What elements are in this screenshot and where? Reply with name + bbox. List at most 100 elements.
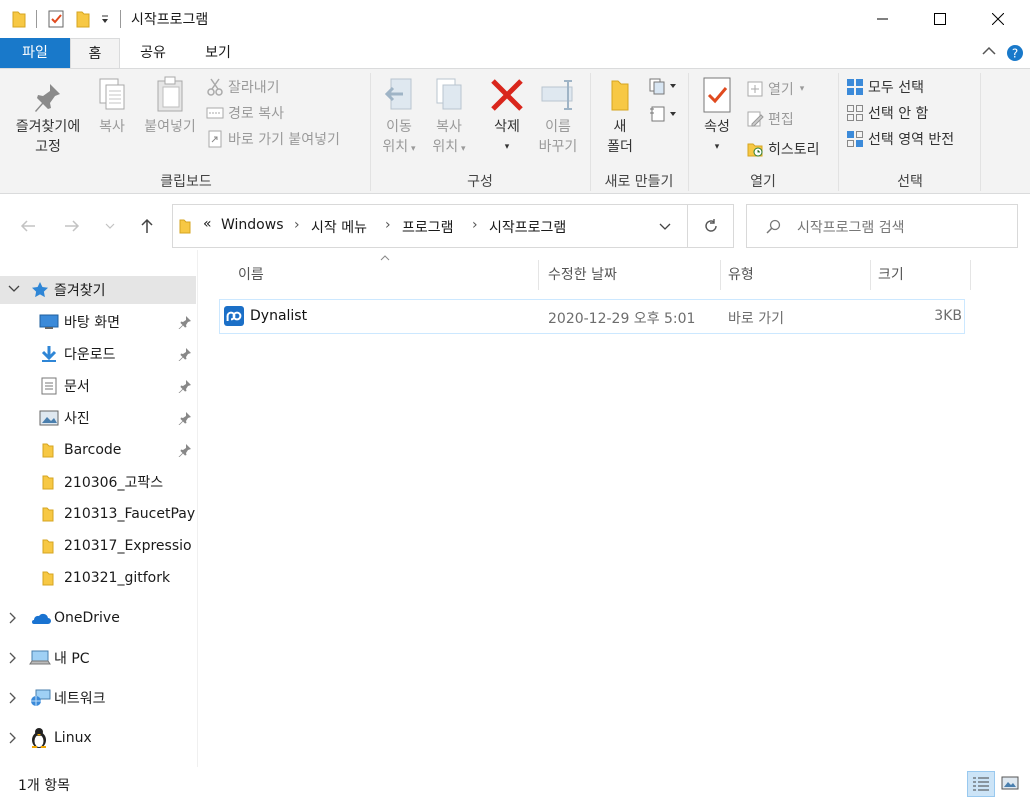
copy-to-button[interactable]: 복사 위치 ▾: [424, 75, 474, 159]
breadcrumb-item-current[interactable]: 시작프로그램: [489, 217, 566, 237]
sidebar-item-onedrive[interactable]: OneDrive: [0, 604, 196, 632]
column-header-type[interactable]: 유형: [728, 258, 868, 292]
copy-path-button[interactable]: 경로 복사: [206, 101, 284, 125]
table-row[interactable]: Dynalist 2020-12-29 오후 5:01 바로 가기 3KB: [219, 299, 965, 334]
sidebar-item-quick-access[interactable]: 즐겨찾기: [0, 276, 196, 304]
search-input[interactable]: 시작프로그램 검색: [797, 217, 905, 237]
properties-dropdown-icon[interactable]: ▾: [694, 137, 740, 157]
refresh-button[interactable]: [688, 204, 734, 248]
close-button[interactable]: [975, 0, 1021, 38]
details-view-button[interactable]: [967, 771, 995, 797]
sidebar-item-folder[interactable]: 210306_고팍스: [0, 468, 196, 496]
ribbon-divider: [838, 73, 839, 191]
rename-button[interactable]: 이름 바꾸기: [532, 75, 584, 157]
breadcrumb-separator-icon[interactable]: ›: [472, 217, 478, 233]
tab-view[interactable]: 보기: [190, 38, 246, 68]
sidebar-item-network[interactable]: 네트워크: [0, 684, 196, 712]
help-icon[interactable]: ?: [1006, 44, 1024, 62]
address-dropdown-icon[interactable]: [659, 223, 671, 231]
new-item-icon[interactable]: [648, 77, 678, 95]
chevron-right-icon[interactable]: [9, 652, 17, 664]
large-icons-view-button[interactable]: [996, 771, 1024, 797]
copy-button[interactable]: 복사: [92, 75, 132, 137]
edit-button[interactable]: 편집: [746, 107, 794, 131]
properties-button[interactable]: 속성 ▾: [694, 75, 740, 157]
column-divider[interactable]: [538, 260, 539, 290]
sidebar-item-this-pc[interactable]: 내 PC: [0, 644, 196, 672]
dynalist-app-icon: [224, 306, 244, 326]
move-to-button[interactable]: 이동 위치 ▾: [374, 75, 424, 159]
back-button[interactable]: [16, 214, 40, 238]
recent-locations-button[interactable]: [98, 214, 122, 238]
column-header-name[interactable]: 이름: [238, 258, 538, 292]
chevron-right-icon[interactable]: [9, 612, 17, 624]
tab-home[interactable]: 홈: [70, 38, 120, 69]
column-header-modified[interactable]: 수정한 날짜: [548, 258, 718, 292]
group-label-new: 새로 만들기: [604, 174, 674, 190]
breadcrumb-overflow[interactable]: «: [203, 216, 212, 232]
sidebar-item-documents[interactable]: 문서: [0, 372, 196, 400]
easy-access-icon[interactable]: [648, 105, 678, 123]
ribbon-divider: [590, 73, 591, 191]
file-list: 이름 수정한 날짜 유형 크기 Dynalist 2020-12-29 오후 5…: [218, 255, 1030, 758]
open-label: 열기: [768, 82, 794, 98]
sidebar-item-folder[interactable]: 210321_gitfork: [0, 564, 196, 592]
paste-shortcut-button[interactable]: 바로 가기 붙여넣기: [206, 127, 340, 151]
file-type: 바로 가기: [728, 311, 784, 327]
select-all-button[interactable]: 모두 선택: [846, 75, 924, 99]
column-divider[interactable]: [970, 260, 971, 290]
pin-icon[interactable]: [178, 379, 192, 393]
new-folder-button[interactable]: 새 폴더: [596, 75, 644, 157]
new-folder-quick-icon[interactable]: [76, 10, 90, 28]
select-none-button[interactable]: 선택 안 함: [846, 101, 928, 125]
network-icon: [29, 689, 51, 707]
pin-icon[interactable]: [178, 347, 192, 361]
address-bar[interactable]: « Windows › 시작 메뉴 › 프로그램 › 시작프로그램: [172, 204, 688, 248]
tab-file[interactable]: 파일: [0, 38, 70, 68]
column-divider[interactable]: [870, 260, 871, 290]
breadcrumb-item[interactable]: 시작 메뉴: [311, 217, 367, 237]
sidebar-item-folder[interactable]: 210317_Expressio: [0, 532, 196, 560]
pin-icon[interactable]: [178, 411, 192, 425]
minimize-button[interactable]: [860, 0, 906, 38]
sidebar-item-folder[interactable]: 210313_FaucetPay: [0, 500, 196, 528]
sidebar-item-desktop[interactable]: 바탕 화면: [0, 308, 196, 336]
pin-icon[interactable]: [178, 315, 192, 329]
breadcrumb-separator-icon[interactable]: ›: [294, 217, 300, 233]
up-button[interactable]: [135, 214, 159, 238]
delete-dropdown-icon[interactable]: ▾: [484, 137, 530, 157]
breadcrumb-item[interactable]: 프로그램: [402, 217, 454, 237]
pin-icon[interactable]: [178, 443, 192, 457]
breadcrumb-separator-icon[interactable]: ›: [385, 217, 391, 233]
sidebar-item-downloads[interactable]: 다운로드: [0, 340, 196, 368]
cut-button[interactable]: 잘라내기: [206, 75, 280, 99]
forward-button[interactable]: [60, 214, 84, 238]
properties-quick-icon[interactable]: [48, 10, 64, 28]
paste-button[interactable]: 붙여넣기: [138, 75, 202, 137]
column-divider[interactable]: [720, 260, 721, 290]
maximize-button[interactable]: [917, 0, 963, 38]
large-icons-view-icon: [1001, 776, 1019, 792]
sidebar-item-label: 210306_고팍스: [64, 475, 164, 491]
chevron-down-icon[interactable]: [8, 285, 20, 293]
tab-share[interactable]: 공유: [128, 38, 178, 68]
collapse-ribbon-icon[interactable]: [982, 46, 996, 56]
invert-selection-button[interactable]: 선택 영역 반전: [846, 127, 954, 151]
open-button[interactable]: 열기 ▾: [746, 77, 804, 101]
pane-divider[interactable]: [197, 250, 198, 767]
column-header-size[interactable]: 크기: [878, 258, 968, 292]
pin-to-quick-access-button[interactable]: 즐겨찾기에 고정: [6, 75, 90, 157]
sidebar-item-barcode[interactable]: Barcode: [0, 436, 196, 464]
customize-quick-access-icon[interactable]: [100, 12, 110, 26]
history-button[interactable]: 히스토리: [746, 137, 820, 161]
chevron-right-icon[interactable]: [9, 732, 17, 744]
sidebar-item-linux[interactable]: Linux: [0, 724, 196, 752]
breadcrumb-item[interactable]: Windows: [221, 217, 284, 233]
chevron-right-icon[interactable]: [9, 692, 17, 704]
delete-button[interactable]: 삭제 ▾: [484, 75, 530, 157]
sidebar-item-pictures[interactable]: 사진: [0, 404, 196, 432]
new-folder-icon: [604, 75, 636, 115]
star-icon: [31, 281, 49, 299]
search-box[interactable]: 시작프로그램 검색: [746, 204, 1018, 248]
picture-icon: [39, 410, 59, 426]
